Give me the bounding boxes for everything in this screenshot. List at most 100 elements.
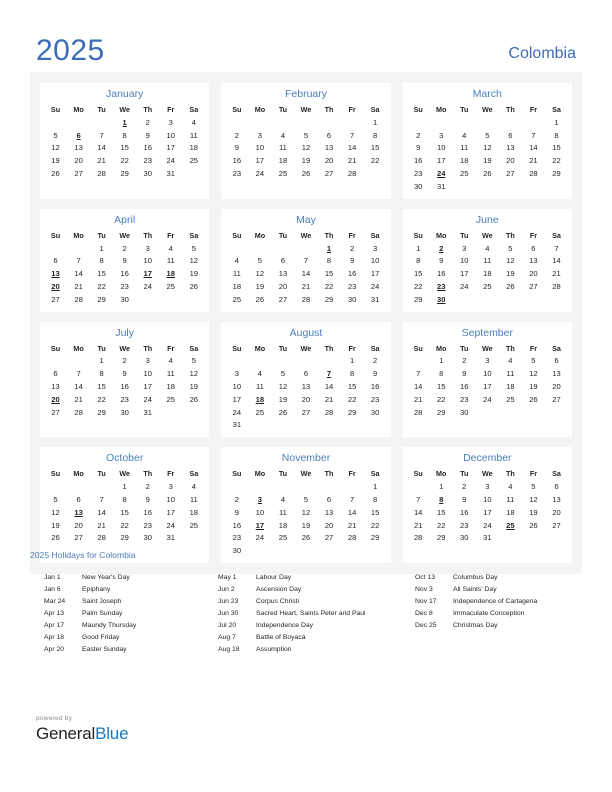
holiday-list-item: Jun 2 Ascension Day — [218, 584, 415, 596]
day-cell: 6 — [53, 369, 58, 379]
day-cell: 25 — [166, 394, 175, 404]
month-slot: August Su Mo Tu We Th Fr Sa 1 2 3 4 5 6 7 8 9 10 11 12 13 14 1… — [215, 317, 396, 443]
month-table: Su Mo Tu We Th Fr Sa 1 2 3 4 5 6 7 8 9 10 11 12 13 14 15 16 17 1… — [407, 104, 568, 193]
week-row: 26 27 28 29 30 31 — [44, 167, 205, 180]
day-cell: 3 — [485, 482, 490, 492]
weekday-header: Sa — [370, 105, 380, 114]
day-cell: 23 — [370, 394, 380, 404]
day-cell-empty — [545, 406, 568, 419]
week-row: 19 20 21 22 23 24 25 — [44, 519, 205, 532]
day-cell: 15 — [120, 507, 129, 517]
holiday-name: Palm Sunday — [82, 610, 123, 617]
weekday-header: Su — [413, 469, 423, 479]
weekday-header-row: Su Mo Tu We Th Fr Sa — [407, 230, 568, 242]
day-cell-holiday: 1 — [122, 117, 127, 127]
weekday-header: Fr — [348, 230, 356, 240]
day-cell: 13 — [74, 143, 83, 153]
day-cell-empty — [67, 242, 90, 255]
day-cell: 16 — [120, 269, 129, 279]
day-cell-holiday: 20 — [51, 281, 60, 291]
week-row: 1 2 3 4 5 6 7 — [407, 242, 568, 255]
day-cell: 19 — [189, 269, 199, 279]
day-cell: 12 — [506, 256, 515, 266]
day-cell-holiday: 17 — [143, 269, 152, 279]
day-cell: 11 — [460, 143, 469, 153]
day-cell: 25 — [460, 169, 469, 179]
day-cell: 21 — [347, 520, 357, 530]
weekday-header-row: Su Mo Tu We Th Fr Sa — [44, 468, 205, 480]
month-name: May — [296, 213, 316, 226]
day-cell-empty — [318, 419, 341, 432]
weekday-header-row: Su Mo Tu We Th Fr Sa — [407, 104, 568, 116]
day-cell: 6 — [326, 130, 332, 140]
day-cell: 2 — [145, 482, 150, 492]
holidays-columns: Jan 1 New Year's Day Jan 6 Epiphany Mar 24 Sa… — [30, 572, 582, 656]
day-cell: 12 — [189, 369, 199, 379]
day-cell: 23 — [460, 394, 469, 404]
weekday-header: Su — [50, 343, 61, 353]
weekday-header: Sa — [189, 469, 199, 479]
day-cell: 20 — [74, 156, 83, 166]
month-table: Su Mo Tu We Th Fr Sa 1 2 3 4 5 6 7 8 9 10 11 12 13 14 15 16 17 1… — [225, 230, 386, 306]
day-cell: 3 — [439, 130, 444, 140]
day-cell: 28 — [413, 407, 423, 417]
day-cell: 30 — [460, 533, 469, 543]
day-cell: 11 — [232, 269, 241, 279]
month-table: Su Mo Tu We Th Fr Sa 1 2 3 4 5 6 7 8 9 10 11 12 13 14 15 16 17 1… — [407, 230, 568, 306]
day-cell: 7 — [349, 130, 355, 140]
holiday-name: Immaculate Conception — [453, 610, 525, 617]
day-cell-empty — [225, 116, 248, 129]
weekday-header: Tu — [278, 343, 288, 353]
month-card-september: September Su Mo Tu We Th Fr Sa 1 2 3 4 5 6 7 8 9 10 11 12 13… — [402, 321, 572, 438]
day-cell-holiday: 18 — [166, 269, 175, 279]
day-cell: 16 — [437, 269, 446, 279]
holiday-list-item: Jun 30 Sacred Heart, Saints Peter and Pau… — [218, 608, 415, 620]
week-row: 1 2 3 — [225, 242, 386, 255]
day-cell: 4 — [168, 356, 173, 366]
day-cell-empty — [225, 480, 248, 493]
weekday-header: Sa — [552, 343, 561, 353]
day-cell: 5 — [280, 369, 286, 379]
day-cell: 18 — [189, 143, 199, 153]
month-table: Su Mo Tu We Th Fr Sa 1 2 3 4 5 6 7 8 9 10 11 12 13 14 15 16 17 1… — [44, 468, 205, 544]
day-cell: 16 — [370, 382, 380, 392]
month-slot: July Su Mo Tu We Th Fr Sa 1 2 3 4 5 6 7 8 9 10 11 12 13 14 15 1… — [34, 317, 215, 443]
day-cell: 23 — [232, 169, 242, 179]
day-cell: 31 — [437, 181, 446, 191]
calendar-grid: January Su Mo Tu We Th Fr Sa 1 2 3 4 5 6 7 8 9 10 11 12 13 14… — [30, 72, 582, 574]
day-cell: 11 — [506, 494, 515, 504]
month-card-april: April Su Mo Tu We Th Fr Sa 1 2 3 4 5 6 7 8 9 10 11 12 13 14 15… — [40, 208, 210, 312]
day-cell: 3 — [168, 482, 173, 492]
day-cell: 5 — [531, 482, 536, 492]
day-cell: 6 — [303, 369, 309, 379]
day-cell: 4 — [191, 117, 196, 127]
day-cell: 12 — [189, 256, 199, 266]
day-cell: 22 — [120, 156, 129, 166]
weekday-header: Th — [324, 343, 334, 353]
weekday-header: Su — [232, 469, 242, 479]
day-cell: 19 — [51, 520, 60, 530]
day-cell: 15 — [552, 143, 561, 153]
week-row: 1 — [225, 116, 386, 129]
day-cell: 12 — [278, 382, 288, 392]
month-name: February — [284, 88, 327, 100]
day-cell: 20 — [324, 156, 334, 166]
week-row: 25 26 27 28 29 30 31 — [225, 293, 386, 306]
holiday-date: Jul 20 — [218, 622, 237, 629]
day-cell: 25 — [189, 520, 199, 530]
day-cell: 22 — [97, 281, 106, 291]
weekday-header: Su — [232, 230, 242, 240]
footer-branding: powered by GeneralBlue — [36, 714, 129, 744]
day-cell-empty — [522, 116, 545, 129]
weekday-header: Th — [143, 105, 153, 114]
day-cell-empty — [522, 293, 545, 306]
day-cell: 22 — [370, 520, 380, 530]
weekday-header: Fr — [529, 343, 537, 353]
weekday-header: Th — [143, 469, 153, 479]
week-row: 21 22 23 24 25 26 27 — [407, 519, 568, 532]
day-cell-empty — [499, 116, 522, 129]
day-cell: 2 — [122, 243, 127, 253]
day-cell: 18 — [232, 281, 242, 291]
day-cell: 14 — [529, 143, 538, 153]
day-cell: 25 — [278, 169, 288, 179]
